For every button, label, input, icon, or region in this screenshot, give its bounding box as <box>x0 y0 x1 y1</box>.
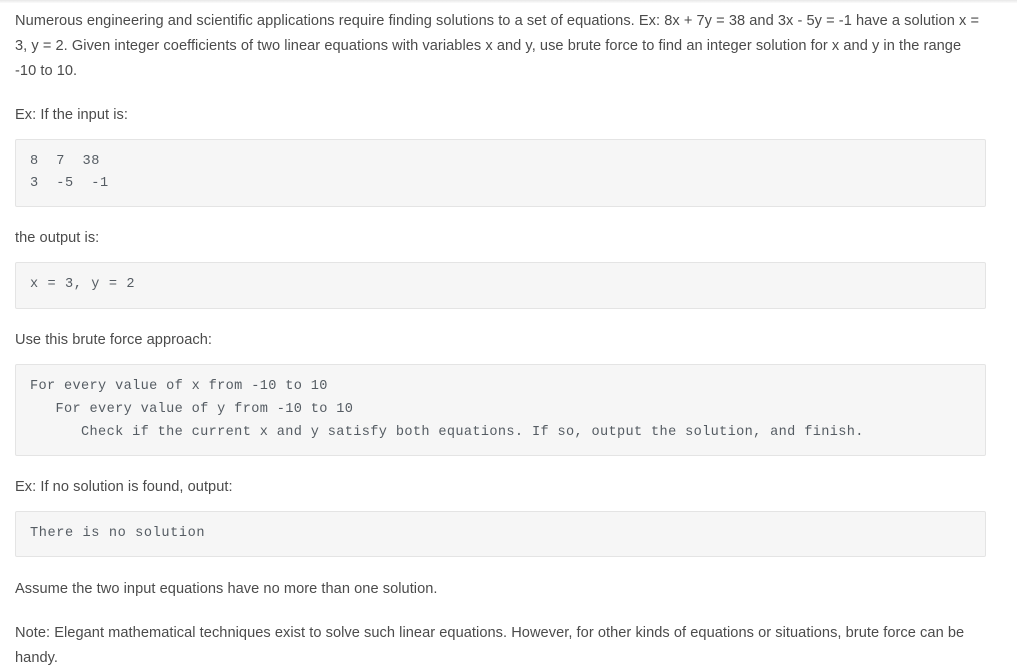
code-line: x = 3, y = 2 <box>30 277 136 292</box>
brute-force-approach-label: Use this brute force approach: <box>15 331 212 348</box>
code-line: 8 7 38 <box>30 154 101 169</box>
input-example-code-block: 8 7 38 3 -5 -1 <box>15 139 986 207</box>
code-line: Check if the current x and y satisfy bot… <box>30 424 864 440</box>
code-line: For every value of y from -10 to 10 <box>30 401 354 417</box>
no-solution-example-label: Ex: If no solution is found, output: <box>15 478 233 495</box>
assumption-paragraph: Assume the two input equations have no m… <box>15 581 438 597</box>
note-paragraph: Note: Elegant mathematical techniques ex… <box>15 625 965 666</box>
no-solution-code-block: There is no solution <box>15 510 986 557</box>
exercise-description-panel: Numerous engineering and scientific appl… <box>0 3 1017 671</box>
output-example-label: the output is: <box>15 230 100 246</box>
intro-paragraph: Numerous engineering and scientific appl… <box>15 13 980 79</box>
code-line: For every value of x from -10 to 10 <box>30 378 328 394</box>
code-line: 3 -5 -1 <box>30 175 109 191</box>
output-example-code-block: x = 3, y = 2 <box>15 262 986 309</box>
input-example-label: Ex: If the input is: <box>15 107 128 123</box>
code-line: There is no solution <box>30 525 206 541</box>
pseudocode-block: For every value of x from -10 to 10 For … <box>15 363 986 456</box>
